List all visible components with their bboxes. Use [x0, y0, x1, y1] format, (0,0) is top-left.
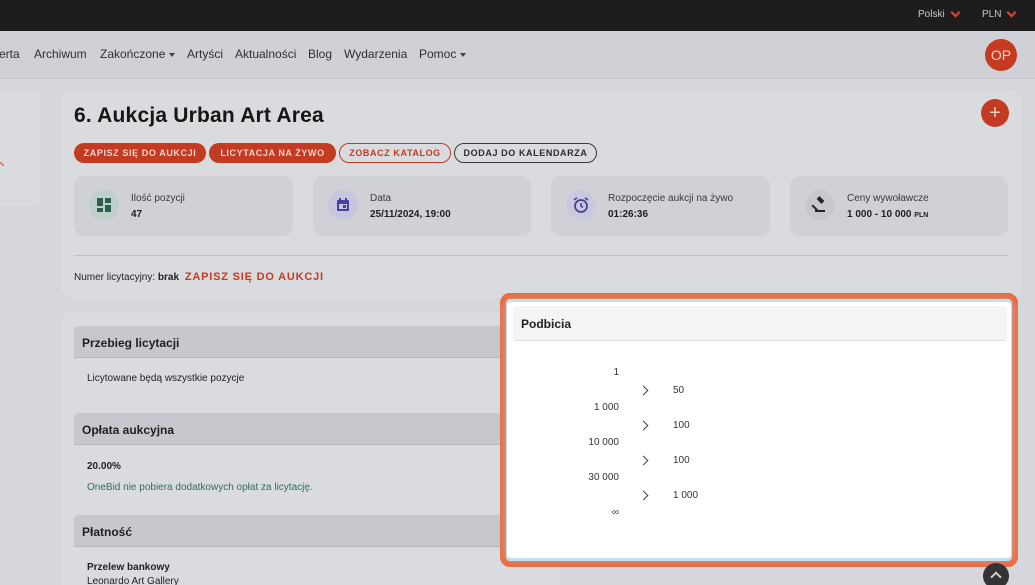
- threshold-value: ∞: [611, 507, 619, 518]
- fee-value: 20.00%: [87, 461, 121, 472]
- section-bidding-course[interactable]: Przebieg licytacji: [74, 326, 514, 358]
- fee-note: OneBid nie pobiera dodatkowych opłat za …: [87, 482, 313, 493]
- bidding-course-text: Licytowane będą wszystkie pozycje: [87, 373, 245, 384]
- main-navbar: erta Archiwum Zakończone Artyści Aktualn…: [0, 31, 1035, 79]
- stat-live-start: Rozpoczęcie aukcji na żywo 01:26:36: [551, 176, 770, 236]
- stat-label: Data: [370, 193, 392, 204]
- nav-item-zakonczone[interactable]: Zakończone: [100, 47, 176, 61]
- nav-item-label: Zakończone: [100, 47, 166, 61]
- arrow-icon: [0, 161, 5, 170]
- side-card: [0, 90, 41, 207]
- caret-down-icon: [169, 52, 176, 57]
- nav-item-blog[interactable]: Blog: [308, 47, 332, 61]
- nav-item-wydarzenia[interactable]: Wydarzenia: [344, 47, 407, 61]
- increment-value: 100: [673, 455, 690, 466]
- stat-label: Ceny wywoławcze: [847, 193, 929, 204]
- stat-label: Ilość pozycji: [131, 193, 185, 204]
- section-payment[interactable]: Płatność: [74, 515, 514, 547]
- scroll-to-top-button[interactable]: [983, 563, 1009, 585]
- language-select[interactable]: Polski: [918, 7, 961, 20]
- nav-item-archiwum[interactable]: Archiwum: [34, 47, 87, 61]
- threshold-value: 1: [613, 367, 619, 378]
- alarm-clock-icon: [566, 190, 596, 220]
- payment-method: Przelew bankowy: [87, 562, 170, 573]
- gavel-icon: [805, 190, 835, 220]
- stat-value: 01:26:36: [608, 209, 649, 220]
- language-label: Polski: [918, 9, 945, 20]
- nav-item-aktualnosci[interactable]: Aktualności: [235, 47, 296, 61]
- stat-date: Data 25/11/2024, 19:00: [313, 176, 531, 236]
- nav-item-label: Pomoc: [419, 47, 457, 61]
- increment-value: 1 000: [673, 490, 699, 501]
- top-bar: Polski PLN: [0, 0, 1035, 31]
- modal-title: Podbicia: [513, 306, 1007, 341]
- nav-item-pomoc[interactable]: Pomoc: [419, 47, 467, 61]
- currency-select[interactable]: PLN: [982, 7, 1017, 20]
- stat-starting-prices: Ceny wywoławcze 1 000 - 10 000 PLN: [790, 176, 1008, 236]
- stat-value: 47: [131, 209, 143, 220]
- register-button[interactable]: ZAPISZ SIĘ DO AUKCJI: [74, 143, 206, 163]
- auction-title: 6. Aukcja Urban Art Area: [74, 104, 324, 127]
- catalog-button[interactable]: ZOBACZ KATALOG: [339, 143, 451, 163]
- stat-items: Ilość pozycji 47: [74, 176, 293, 236]
- price-range: 1 000 - 10 000: [847, 209, 912, 220]
- user-avatar[interactable]: OP: [985, 39, 1017, 71]
- nav-item-oferta[interactable]: erta: [0, 47, 20, 61]
- price-currency: PLN: [914, 212, 929, 219]
- stat-value: 25/11/2024, 19:00: [370, 209, 451, 220]
- chevron-down-icon: [1007, 7, 1017, 18]
- section-auction-fee[interactable]: Opłata aukcyjna: [74, 413, 514, 445]
- add-button[interactable]: +: [981, 99, 1009, 127]
- bid-number-value: brak: [157, 272, 180, 283]
- stat-label: Rozpoczęcie aukcji na żywo: [608, 193, 734, 204]
- live-bidding-button[interactable]: LICYTACJA NA ŻYWO: [209, 143, 336, 163]
- bid-number: Numer licytacyjny: brak ZAPISZ SIĘ DO AU…: [74, 271, 324, 283]
- chevron-down-icon: [950, 7, 961, 18]
- caret-down-icon: [460, 52, 467, 57]
- stat-value: 1 000 - 10 000 PLN: [847, 209, 928, 220]
- payment-recipient: Leonardo Art Gallery: [87, 576, 179, 585]
- divider: [74, 255, 1008, 256]
- threshold-value: 10 000: [588, 437, 619, 448]
- calendar-icon: [328, 190, 358, 220]
- register-link[interactable]: ZAPISZ SIĘ DO AUKCJI: [185, 271, 324, 283]
- plus-icon: +: [989, 102, 1001, 124]
- threshold-value: 1 000: [593, 402, 619, 413]
- increment-value: 100: [673, 420, 690, 431]
- add-to-calendar-button[interactable]: DODAJ DO KALENDARZA: [454, 143, 597, 163]
- increment-value: 50: [673, 385, 685, 396]
- threshold-value: 30 000: [588, 472, 619, 483]
- grid-icon: [89, 190, 119, 220]
- nav-item-artysci[interactable]: Artyści: [187, 47, 223, 61]
- currency-label: PLN: [982, 9, 1002, 20]
- bid-number-label: Numer licytacyjny:: [74, 272, 156, 283]
